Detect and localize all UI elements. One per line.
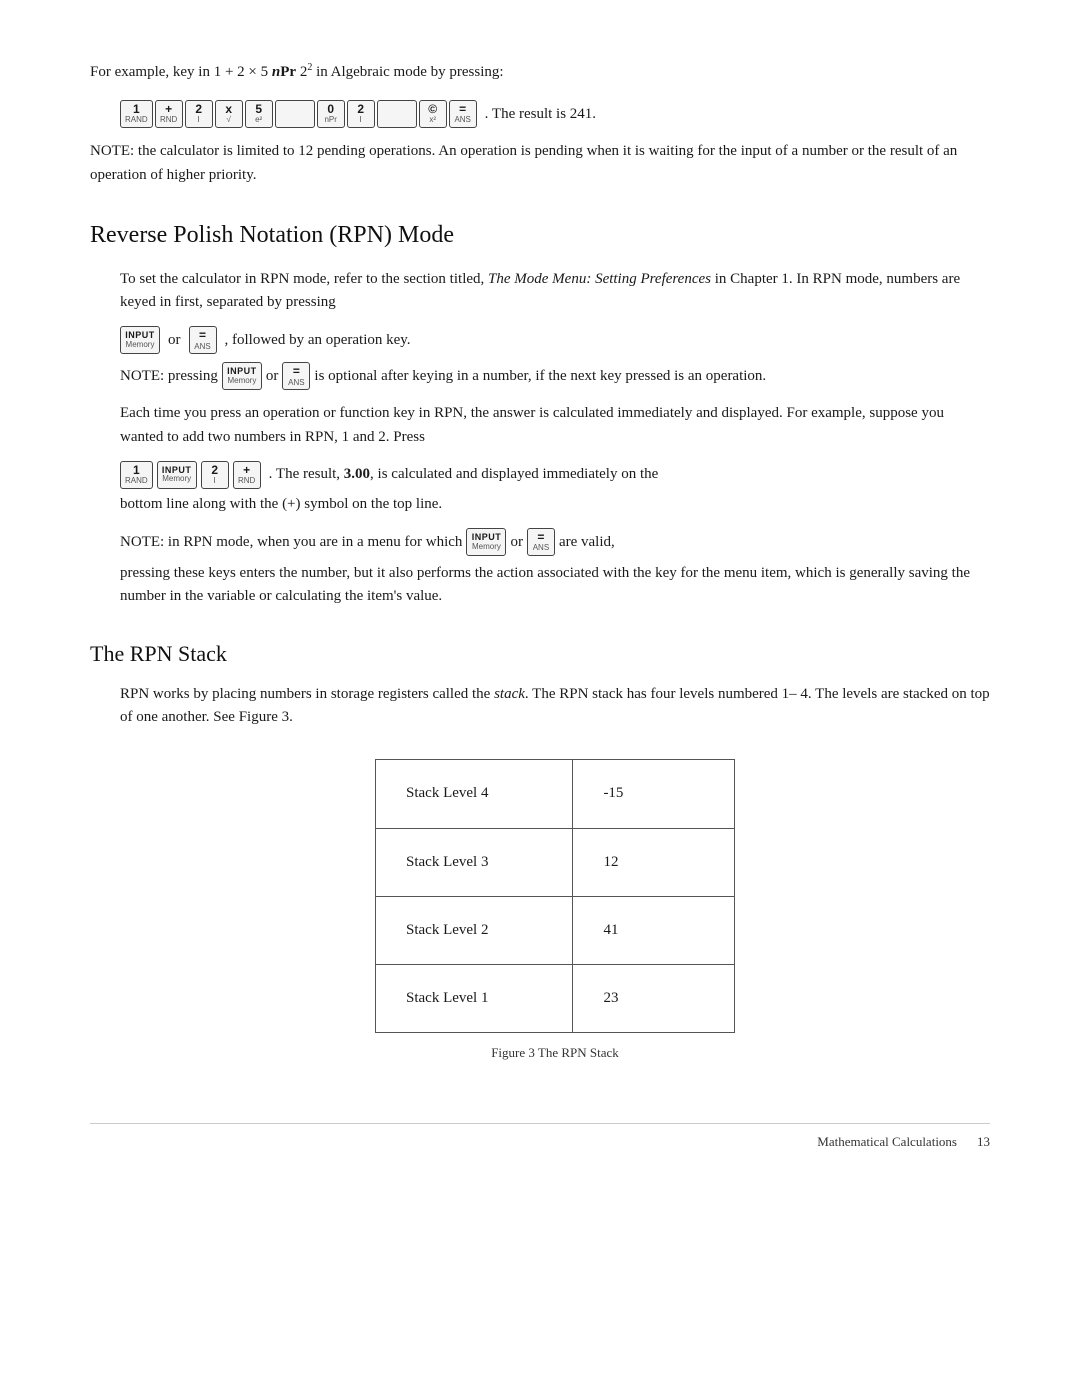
stack-level-3-value: 12 [573,828,735,896]
stack-level-2-label: Stack Level 2 [376,896,573,964]
key-2c: 2 I [201,461,229,489]
key-input-4: INPUT Memory [466,528,506,556]
note2: NOTE: pressing INPUT Memory or = ANS is … [120,362,990,390]
or-text-1: or [168,329,181,352]
stack-level-4-label: Stack Level 4 [376,760,573,828]
key-nPr-top: 0 nPr [317,100,345,128]
table-row: Stack Level 1 23 [376,965,735,1033]
key-2b: 2 I [347,100,375,128]
key-plus2: + RND [233,461,261,489]
key-equals-3: = ANS [527,528,555,556]
table-row: Stack Level 3 12 [376,828,735,896]
key-equals: = ANS [449,100,477,128]
stack-level-1-label: Stack Level 1 [376,965,573,1033]
key-blank2 [377,100,417,128]
page-footer: Mathematical Calculations 13 [90,1123,990,1152]
intro-paragraph: For example, key in 1 + 2 × 5 nPr 22 in … [90,60,990,84]
stack-level-2-value: 41 [573,896,735,964]
stack-table-container: Stack Level 4 -15 Stack Level 3 12 Stack… [120,759,990,1083]
key-input-1: INPUT Memory [120,326,160,354]
result-300-text: . The result, 3.00, is calculated and di… [269,463,659,486]
rpn-stack-heading: The RPN Stack [90,637,990,671]
result-text: . The result is 241. [485,103,596,126]
followed-by-text: , followed by an operation key. [225,329,411,352]
footer-section: Mathematical Calculations [817,1132,957,1152]
key-blank1 [275,100,315,128]
stack-level-3-label: Stack Level 3 [376,828,573,896]
key-input-2: INPUT Memory [222,362,262,390]
table-row: Stack Level 4 -15 [376,760,735,828]
rpn-stack-para: RPN works by placing numbers in storage … [120,683,990,730]
note3: NOTE: in RPN mode, when you are in a men… [120,528,990,556]
key-2a: 2 I [185,100,213,128]
key-1: 1 RAND [120,100,153,128]
figure-caption: Figure 3 The RPN Stack [491,1043,619,1063]
rpn-para2: Each time you press an operation or func… [120,402,990,449]
key-x: x √ [215,100,243,128]
stack-table: Stack Level 4 -15 Stack Level 3 12 Stack… [375,759,735,1033]
note3-cont: pressing these keys enters the number, b… [120,562,990,609]
note1: NOTE: the calculator is limited to 12 pe… [90,140,990,187]
key-1b: 1 RAND [120,461,153,489]
rpn-para2-cont: bottom line along with the (+) symbol on… [120,493,990,516]
key-input-3: INPUT Memory [157,461,197,489]
footer-page-number: 13 [977,1132,990,1152]
rpn-heading: Reverse Polish Notation (RPN) Mode [90,217,990,254]
stack-level-1-value: 23 [573,965,735,1033]
table-row: Stack Level 2 41 [376,896,735,964]
key-eq: © x² [419,100,447,128]
key-equals-2: = ANS [282,362,310,390]
key-sequence-example: 1 RAND + RND 2 I x √ 5 e² [120,100,477,128]
key-plus: + RND [155,100,183,128]
key-5: 5 e² [245,100,273,128]
stack-level-4-value: -15 [573,760,735,828]
key-equals-1: = ANS [189,326,217,354]
page-content: For example, key in 1 + 2 × 5 nPr 22 in … [90,60,990,1153]
rpn-para1: To set the calculator in RPN mode, refer… [120,268,990,315]
